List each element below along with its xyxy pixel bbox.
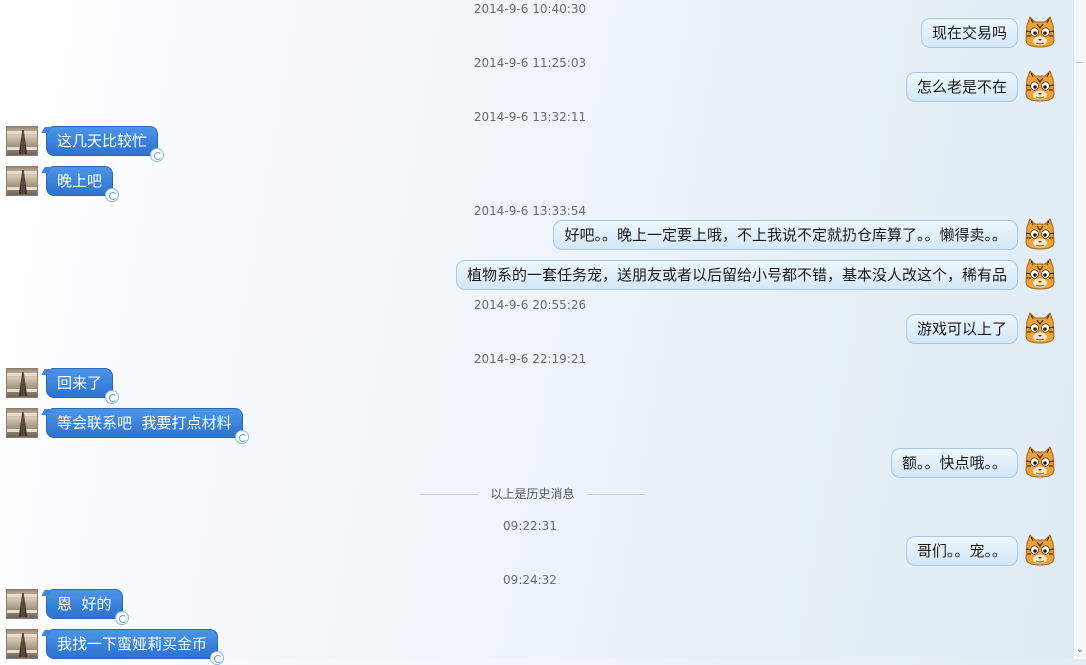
vertical-scrollbar[interactable]: ⌄ [1073,0,1086,659]
message-text: 恩 好的 [57,595,112,613]
history-divider: 以上是历史消息 [420,486,645,502]
outgoing-message-bubble[interactable]: 额。。快点哦。。 [890,448,1018,478]
incoming-message-bubble[interactable]: 我找一下蛮娅莉买金币 [41,629,225,665]
eiffel-tower-avatar-icon[interactable] [6,408,38,438]
message-text: 哥们。。宠。。 [916,542,1007,560]
outgoing-message-bubble[interactable]: 怎么老是不在 [905,72,1018,102]
message-timestamp: 2014-9-6 20:55:26 [473,298,587,312]
tiger-avatar-icon[interactable] [1024,534,1056,566]
message-text: 怎么老是不在 [916,78,1007,96]
tiger-avatar-icon[interactable] [1024,16,1056,48]
message-timestamp: 2014-9-6 10:40:30 [473,2,587,16]
tiger-avatar-icon[interactable] [1024,70,1056,102]
tiger-avatar-icon[interactable] [1024,446,1056,478]
message-timestamp: 2014-9-6 13:32:11 [473,110,587,124]
incoming-message-bubble[interactable]: 晚上吧 [41,166,120,202]
chat-history-panel[interactable]: 2014-9-6 10:40:30 现在交易吗 2014-9-6 11:25:0… [0,0,1074,665]
message-text: 好吧。。晚上一定要上哦，不上我说不定就扔仓库算了。。懒得卖。。 [564,226,1007,244]
message-text: 现在交易吗 [931,24,1007,42]
outgoing-message-bubble[interactable]: 好吧。。晚上一定要上哦，不上我说不定就扔仓库算了。。懒得卖。。 [553,220,1018,250]
message-timestamp: 2014-9-6 13:33:54 [473,204,587,218]
bubble-swirl-icon [105,390,120,404]
bubble-swirl-icon [234,430,249,444]
outgoing-message-bubble[interactable]: 游戏可以上了 [905,314,1018,344]
message-timestamp: 2014-9-6 22:19:21 [473,352,587,366]
tiger-avatar-icon[interactable] [1024,218,1056,250]
bubble-swirl-icon [105,188,120,202]
eiffel-tower-avatar-icon[interactable] [6,368,38,398]
message-text: 回来了 [57,374,103,392]
message-text: 晚上吧 [57,172,103,190]
message-timestamp: 09:22:31 [503,519,557,533]
message-timestamp: 2014-9-6 11:25:03 [473,56,587,70]
outgoing-message-bubble[interactable]: 现在交易吗 [920,18,1018,48]
history-divider-label: 以上是历史消息 [490,487,575,501]
scrollbar-grip[interactable] [1076,62,1083,67]
outgoing-message-bubble[interactable]: 哥们。。宠。。 [905,536,1018,566]
message-text: 游戏可以上了 [916,320,1007,338]
outgoing-message-bubble[interactable]: 植物系的一套任务宠，送朋友或者以后留给小号都不错，基本没人改这个，稀有品 [455,260,1018,290]
message-text: 额。。快点哦。。 [901,454,1007,472]
eiffel-tower-avatar-icon[interactable] [6,589,38,619]
eiffel-tower-avatar-icon[interactable] [6,166,38,196]
message-timestamp: 09:24:32 [503,573,557,587]
message-text: 这几天比较忙 [57,132,148,150]
eiffel-tower-avatar-icon[interactable] [6,126,38,156]
incoming-message-bubble[interactable]: 回来了 [41,368,120,404]
incoming-message-bubble[interactable]: 这几天比较忙 [41,126,165,162]
tiger-avatar-icon[interactable] [1024,258,1056,290]
eiffel-tower-avatar-icon[interactable] [6,629,38,659]
incoming-message-bubble[interactable]: 恩 好的 [41,589,129,625]
chevron-down-icon[interactable]: ⌄ [1075,645,1085,655]
divider-line [420,494,478,495]
incoming-message-bubble[interactable]: 等会联系吧 我要打点材料 [41,408,249,444]
message-text: 植物系的一套任务宠，送朋友或者以后留给小号都不错，基本没人改这个，稀有品 [466,266,1007,284]
divider-line [587,494,645,495]
bubble-swirl-icon [114,611,129,625]
bubble-swirl-icon [210,651,225,665]
message-text: 我找一下蛮娅莉买金币 [57,635,208,653]
tiger-avatar-icon[interactable] [1024,312,1056,344]
bubble-swirl-icon [150,148,165,162]
message-text: 等会联系吧 我要打点材料 [57,414,232,432]
